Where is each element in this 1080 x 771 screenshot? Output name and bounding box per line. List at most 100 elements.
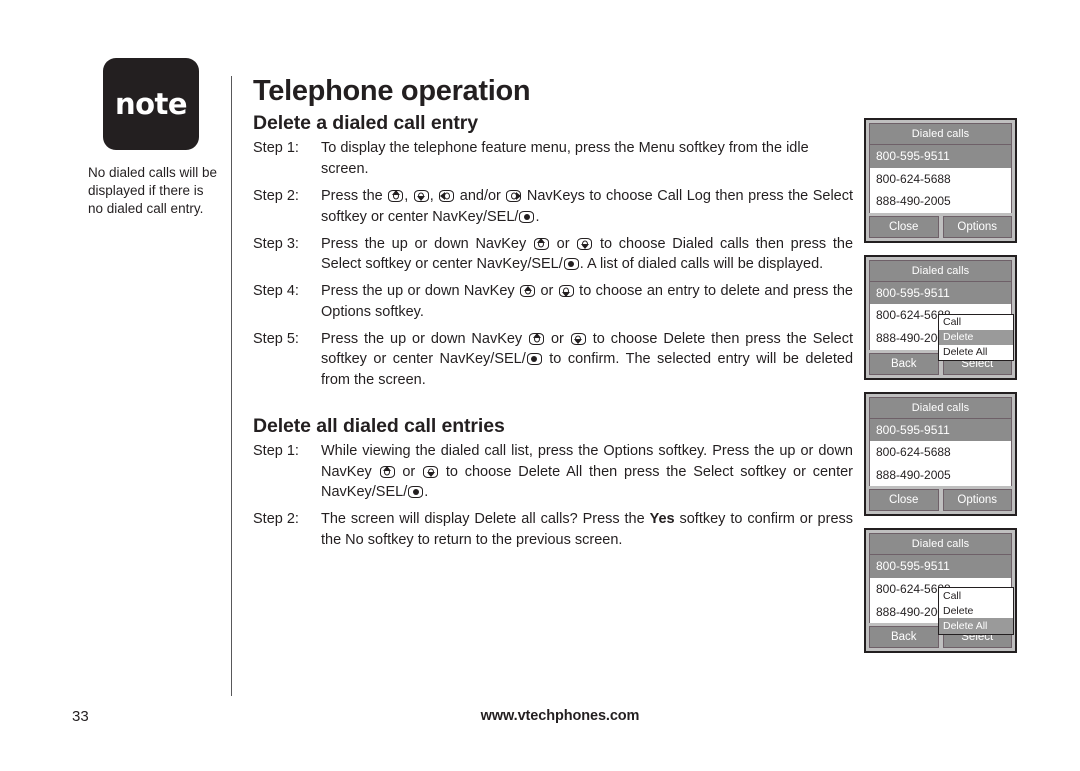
step-text-part: To display the telephone feature menu, p… [321,140,809,177]
popup-menu-item-call[interactable]: Call [939,588,1013,603]
note-body-text: No dialed calls will be displayed if the… [88,165,218,217]
navkey-left-icon [439,189,455,202]
step-text-part: Press the up or down NavKey [321,330,529,347]
navkey-select-icon [526,353,542,366]
step-row: Step 2: The screen will display Delete a… [253,509,853,550]
call-list: 800-595-9511 800-624-5688 888-490-200 Ca… [869,555,1014,635]
step-text-part: or [545,330,570,347]
screen-title: Dialed calls [869,533,1012,556]
step-text-part: , [404,187,413,204]
step-text: Press the up or down NavKey or to choose… [321,234,853,275]
step-text-part: . [424,484,429,501]
popup-menu-item-delete[interactable]: Delete [939,603,1013,618]
main-content: Telephone operation Delete a dialed call… [253,75,853,557]
step-text-part: Press the up or down NavKey [321,283,520,300]
step-row: Step 5: Press the up or down NavKey or t… [253,329,853,391]
note-column: note No dialed calls will be displayed i… [88,58,224,218]
list-item[interactable]: 800-624-5688 [870,168,1011,191]
step-row: Step 3: Press the up or down NavKey or t… [253,234,853,275]
step-text-part: or [536,283,558,300]
phone-screen-mockup: Dialed calls 800-595-9511 800-624-5688 8… [864,118,1017,243]
softkey-yes-emphasis: Yes [649,511,675,528]
popup-menu-item-delete-all[interactable]: Delete All [939,345,1013,360]
list-item[interactable]: 800-624-5688 [870,441,1011,464]
step-text-part: Press the up or down NavKey [321,235,533,252]
navkey-right-icon [506,189,522,202]
softkey-bar: Close Options [869,489,1012,512]
list-item[interactable]: 800-595-9511 [870,555,1011,578]
softkey-right[interactable]: Options [942,215,1012,238]
navkey-select-icon [519,210,535,223]
popup-menu-item-call[interactable]: Call [939,315,1013,330]
column-divider [231,76,232,696]
step-label: Step 4: [253,283,299,300]
navkey-up-icon [379,465,395,478]
options-popup-menu: Call Delete Delete All [938,587,1014,635]
step-label: Step 5: [253,330,299,347]
step-text-part: The screen will display Delete all calls… [321,511,650,528]
screen-title: Dialed calls [869,123,1012,145]
step-label: Step 1: [253,140,299,157]
screen-title: Dialed calls [869,259,1012,282]
step-text-part: Press the [321,187,388,204]
page-title: Telephone operation [253,75,531,107]
step-label: Step 2: [253,187,299,204]
call-list: 800-595-9511 800-624-5688 888-490-2005 [869,418,1012,487]
step-text: Press the up or down NavKey or to choose… [321,329,853,391]
step-text: Press the , , and/or NavKeys to choose C… [321,186,853,227]
softkey-left[interactable]: Back [869,352,939,375]
phone-screen-illustrations: Dialed calls 800-595-9511 800-624-5688 8… [864,118,1019,665]
step-text-part: . [535,208,540,225]
step-text: While viewing the dialed call list, pres… [321,441,853,503]
phone-screen-mockup: Dialed calls 800-595-9511 800-624-5688 8… [864,254,1017,380]
navkey-down-icon [413,189,429,202]
softkey-left[interactable]: Close [869,215,939,238]
navkey-up-icon [533,237,549,250]
step-row: Step 4: Press the up or down NavKey or t… [253,281,853,322]
step-row: Step 1: While viewing the dialed call li… [253,441,853,503]
step-text-part: . A list of dialed calls will be display… [579,256,824,273]
navkey-select-icon [563,258,579,271]
call-list: 800-595-9511 800-624-5688 888-490-200 Ca… [869,281,1014,361]
step-label: Step 3: [253,235,299,252]
step-text-part: , [429,187,439,204]
step-text: The screen will display Delete all calls… [321,509,853,550]
step-text-part: or [549,235,577,252]
list-item[interactable]: 800-595-9511 [870,281,1011,305]
phone-screen-mockup: Dialed calls 800-595-9511 800-624-5688 8… [864,391,1017,517]
softkey-left[interactable]: Close [869,489,939,512]
section-heading-delete-entry: Delete a dialed call entry [253,111,479,134]
step-text-part: or [395,463,423,480]
step-label: Step 1: [253,443,299,460]
footer-url: www.vtechphones.com [480,708,640,724]
phone-screen-mockup: Dialed calls 800-595-9511 800-624-5688 8… [864,528,1017,654]
navkey-select-icon [408,486,424,499]
list-item[interactable]: 888-490-2005 [870,190,1011,213]
options-popup-menu: Call Delete Delete All [938,313,1014,361]
step-row: Step 1: To display the telephone feature… [253,138,853,179]
step-text: To display the telephone feature menu, p… [321,138,853,179]
navkey-up-icon [529,332,545,345]
note-badge: note [103,58,199,150]
navkey-down-icon [558,285,574,298]
call-list: 800-595-9511 800-624-5688 888-490-2005 [869,145,1012,213]
note-badge-label: note [114,86,188,121]
list-item[interactable]: 800-595-9511 [870,418,1011,442]
step-text: Press the up or down NavKey or to choose… [321,281,853,322]
popup-menu-item-delete-all[interactable]: Delete All [939,618,1013,634]
navkey-down-icon [570,332,586,345]
popup-menu-item-delete[interactable]: Delete [939,329,1013,345]
section-heading-delete-all: Delete all dialed call entries [253,414,505,437]
softkey-right[interactable]: Options [942,489,1012,512]
step-row: Step 2: Press the , , and/or NavKeys to … [253,186,853,227]
screen-title: Dialed calls [869,396,1012,419]
step-label: Step 2: [253,511,299,528]
list-item[interactable]: 800-595-9511 [870,145,1011,168]
navkey-down-icon [423,465,439,478]
navkey-up-icon [520,285,536,298]
softkey-bar: Close Options [869,215,1012,238]
navkey-down-icon [577,237,593,250]
navkey-up-icon [388,189,404,202]
list-item[interactable]: 888-490-2005 [870,464,1011,487]
softkey-left[interactable]: Back [869,626,939,649]
